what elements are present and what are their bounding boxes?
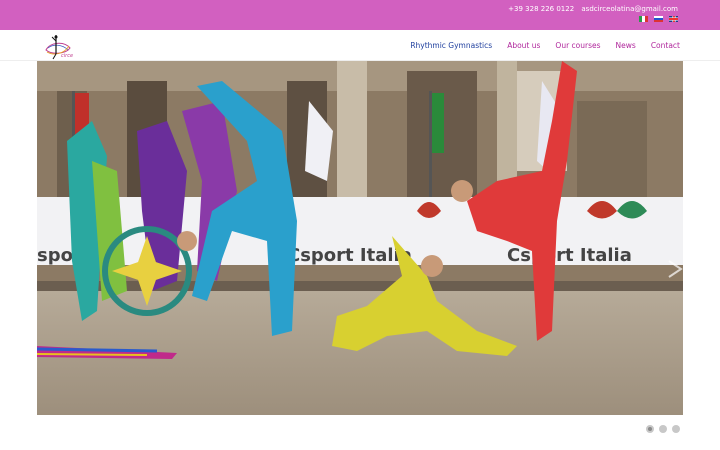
banner-text-center: Csport Italia [287, 245, 412, 266]
ru-flag-icon[interactable] [654, 16, 663, 22]
gb-flag-icon[interactable] [669, 16, 678, 22]
slider-pagination [646, 425, 680, 433]
language-switcher [639, 16, 678, 22]
hero-image: Csport Italia Csport Italia sport It [37, 61, 683, 415]
svg-text:circe: circe [61, 53, 73, 59]
nav-news[interactable]: News [616, 41, 636, 50]
slider-dot-3[interactable] [672, 425, 680, 433]
hero-slider[interactable]: Csport Italia Csport Italia sport It [37, 61, 683, 415]
nav-rhythmic-gymnastics[interactable]: Rhythmic Gymnastics [410, 41, 492, 50]
site-logo[interactable]: circe [40, 32, 76, 60]
contact-info: +39 328 226 0122 asdcirceolatina@gmail.c… [508, 5, 678, 13]
it-flag-icon[interactable] [639, 16, 648, 22]
nav-about-us[interactable]: About us [507, 41, 540, 50]
nav-our-courses[interactable]: Our courses [555, 41, 600, 50]
nav-contact[interactable]: Contact [651, 41, 680, 50]
email-address[interactable]: asdcirceolatina@gmail.com [581, 5, 678, 13]
slider-dot-2[interactable] [659, 425, 667, 433]
slider-dot-1[interactable] [646, 425, 654, 433]
site-header: circe Rhythmic Gymnastics About us Our c… [0, 30, 720, 61]
main-nav: Rhythmic Gymnastics About us Our courses… [410, 41, 680, 50]
phone-number[interactable]: +39 328 226 0122 [508, 5, 574, 13]
top-bar: +39 328 226 0122 asdcirceolatina@gmail.c… [0, 0, 720, 30]
